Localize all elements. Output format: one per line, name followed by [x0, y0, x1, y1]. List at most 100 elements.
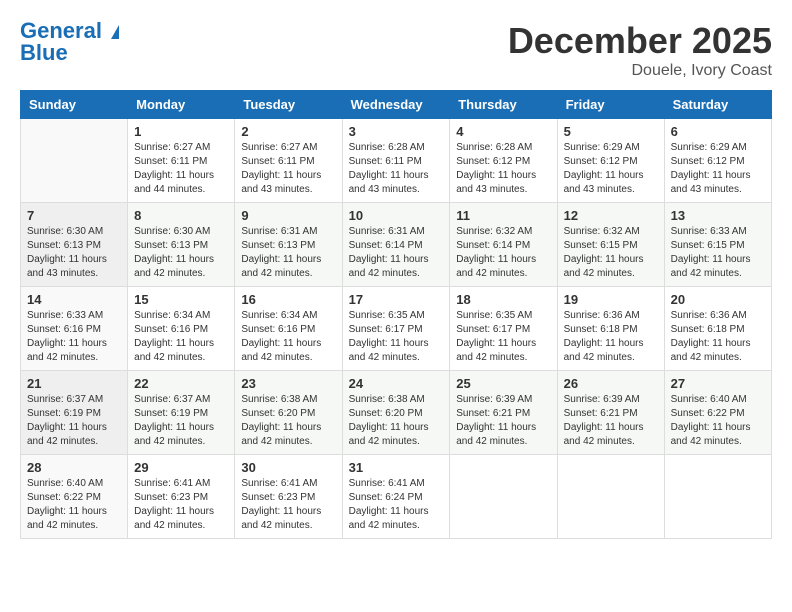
page-header: General Blue December 2025 Douele, Ivory…: [20, 20, 772, 80]
day-number: 21: [27, 376, 121, 391]
day-info: Sunrise: 6:30 AM Sunset: 6:13 PM Dayligh…: [134, 225, 228, 281]
day-info: Sunrise: 6:32 AM Sunset: 6:15 PM Dayligh…: [564, 225, 658, 281]
day-info: Sunrise: 6:41 AM Sunset: 6:23 PM Dayligh…: [134, 477, 228, 533]
calendar-cell: 7 Sunrise: 6:30 AM Sunset: 6:13 PM Daylig…: [21, 203, 128, 287]
day-number: 20: [671, 292, 765, 307]
title-area: December 2025 Douele, Ivory Coast: [508, 20, 772, 80]
day-number: 25: [456, 376, 550, 391]
calendar-cell: 20Sunrise: 6:36 AM Sunset: 6:18 PM Dayli…: [664, 287, 771, 371]
calendar-cell: 24 Sunrise: 6:38 AM Sunset: 6:20 PM Dayli…: [342, 371, 450, 455]
weekday-header-sunday: Sunday: [21, 91, 128, 119]
day-number: 2: [241, 124, 335, 139]
day-number: 3: [349, 124, 444, 139]
day-info: Sunrise: 6:27 AM Sunset: 6:11 PM Dayligh…: [134, 141, 228, 197]
weekday-header-row: SundayMondayTuesdayWednesdayThursdayFrid…: [21, 91, 772, 119]
day-info: Sunrise: 6:33 AM Sunset: 6:16 PM Dayligh…: [27, 309, 121, 365]
calendar-week-row-4: 21 Sunrise: 6:37 AM Sunset: 6:19 PM Dayli…: [21, 371, 772, 455]
day-number: 10: [349, 208, 444, 223]
calendar-cell: [664, 455, 771, 539]
calendar-week-row-5: 28Sunrise: 6:40 AM Sunset: 6:22 PM Dayli…: [21, 455, 772, 539]
calendar-cell: 27 Sunrise: 6:40 AM Sunset: 6:22 PM Dayli…: [664, 371, 771, 455]
logo: General Blue: [20, 20, 119, 64]
day-info: Sunrise: 6:41 AM Sunset: 6:24 PM Dayligh…: [349, 477, 444, 533]
day-number: 6: [671, 124, 765, 139]
calendar-cell: 21 Sunrise: 6:37 AM Sunset: 6:19 PM Dayli…: [21, 371, 128, 455]
day-number: 16: [241, 292, 335, 307]
day-number: 23: [241, 376, 335, 391]
calendar-cell: [21, 119, 128, 203]
day-number: 30: [241, 460, 335, 475]
weekday-header-tuesday: Tuesday: [235, 91, 342, 119]
calendar-cell: 5Sunrise: 6:29 AM Sunset: 6:12 PM Daylig…: [557, 119, 664, 203]
calendar-cell: 29 Sunrise: 6:41 AM Sunset: 6:23 PM Dayli…: [128, 455, 235, 539]
day-info: Sunrise: 6:39 AM Sunset: 6:21 PM Dayligh…: [456, 393, 550, 449]
day-number: 26: [564, 376, 658, 391]
calendar-cell: [557, 455, 664, 539]
calendar-cell: 10 Sunrise: 6:31 AM Sunset: 6:14 PM Dayli…: [342, 203, 450, 287]
day-info: Sunrise: 6:41 AM Sunset: 6:23 PM Dayligh…: [241, 477, 335, 533]
calendar-cell: 11 Sunrise: 6:32 AM Sunset: 6:14 PM Dayli…: [450, 203, 557, 287]
calendar-week-row-3: 14 Sunrise: 6:33 AM Sunset: 6:16 PM Dayli…: [21, 287, 772, 371]
day-number: 17: [349, 292, 444, 307]
day-number: 14: [27, 292, 121, 307]
calendar-cell: 22Sunrise: 6:37 AM Sunset: 6:19 PM Dayli…: [128, 371, 235, 455]
day-number: 31: [349, 460, 444, 475]
calendar-cell: 1 Sunrise: 6:27 AM Sunset: 6:11 PM Daylig…: [128, 119, 235, 203]
logo-general-text: General: [20, 20, 119, 42]
day-info: Sunrise: 6:29 AM Sunset: 6:12 PM Dayligh…: [671, 141, 765, 197]
calendar-cell: 9 Sunrise: 6:31 AM Sunset: 6:13 PM Daylig…: [235, 203, 342, 287]
day-number: 24: [349, 376, 444, 391]
calendar-cell: 31 Sunrise: 6:41 AM Sunset: 6:24 PM Dayli…: [342, 455, 450, 539]
day-number: 4: [456, 124, 550, 139]
calendar-cell: 6 Sunrise: 6:29 AM Sunset: 6:12 PM Daylig…: [664, 119, 771, 203]
day-number: 18: [456, 292, 550, 307]
day-info: Sunrise: 6:32 AM Sunset: 6:14 PM Dayligh…: [456, 225, 550, 281]
day-info: Sunrise: 6:27 AM Sunset: 6:11 PM Dayligh…: [241, 141, 335, 197]
calendar-cell: 30 Sunrise: 6:41 AM Sunset: 6:23 PM Dayli…: [235, 455, 342, 539]
calendar-cell: [450, 455, 557, 539]
calendar-cell: 15Sunrise: 6:34 AM Sunset: 6:16 PM Dayli…: [128, 287, 235, 371]
calendar-cell: 8Sunrise: 6:30 AM Sunset: 6:13 PM Daylig…: [128, 203, 235, 287]
day-number: 27: [671, 376, 765, 391]
weekday-header-friday: Friday: [557, 91, 664, 119]
day-number: 12: [564, 208, 658, 223]
weekday-header-saturday: Saturday: [664, 91, 771, 119]
day-number: 13: [671, 208, 765, 223]
day-info: Sunrise: 6:40 AM Sunset: 6:22 PM Dayligh…: [671, 393, 765, 449]
calendar-cell: 12 Sunrise: 6:32 AM Sunset: 6:15 PM Dayli…: [557, 203, 664, 287]
weekday-header-monday: Monday: [128, 91, 235, 119]
day-info: Sunrise: 6:39 AM Sunset: 6:21 PM Dayligh…: [564, 393, 658, 449]
day-number: 22: [134, 376, 228, 391]
day-info: Sunrise: 6:34 AM Sunset: 6:16 PM Dayligh…: [134, 309, 228, 365]
day-info: Sunrise: 6:36 AM Sunset: 6:18 PM Dayligh…: [564, 309, 658, 365]
calendar-cell: 25 Sunrise: 6:39 AM Sunset: 6:21 PM Dayli…: [450, 371, 557, 455]
calendar-cell: 17Sunrise: 6:35 AM Sunset: 6:17 PM Dayli…: [342, 287, 450, 371]
calendar-cell: 2 Sunrise: 6:27 AM Sunset: 6:11 PM Daylig…: [235, 119, 342, 203]
day-info: Sunrise: 6:29 AM Sunset: 6:12 PM Dayligh…: [564, 141, 658, 197]
calendar-cell: 18Sunrise: 6:35 AM Sunset: 6:17 PM Dayli…: [450, 287, 557, 371]
day-number: 1: [134, 124, 228, 139]
calendar-cell: 13 Sunrise: 6:33 AM Sunset: 6:15 PM Dayli…: [664, 203, 771, 287]
calendar-cell: 26 Sunrise: 6:39 AM Sunset: 6:21 PM Dayli…: [557, 371, 664, 455]
day-number: 7: [27, 208, 121, 223]
calendar-cell: 16Sunrise: 6:34 AM Sunset: 6:16 PM Dayli…: [235, 287, 342, 371]
day-info: Sunrise: 6:30 AM Sunset: 6:13 PM Dayligh…: [27, 225, 121, 281]
day-number: 9: [241, 208, 335, 223]
day-info: Sunrise: 6:40 AM Sunset: 6:22 PM Dayligh…: [27, 477, 121, 533]
day-info: Sunrise: 6:33 AM Sunset: 6:15 PM Dayligh…: [671, 225, 765, 281]
calendar-cell: 3Sunrise: 6:28 AM Sunset: 6:11 PM Daylig…: [342, 119, 450, 203]
day-number: 29: [134, 460, 228, 475]
calendar-week-row-1: 1 Sunrise: 6:27 AM Sunset: 6:11 PM Daylig…: [21, 119, 772, 203]
calendar-cell: 23 Sunrise: 6:38 AM Sunset: 6:20 PM Dayli…: [235, 371, 342, 455]
day-info: Sunrise: 6:31 AM Sunset: 6:14 PM Dayligh…: [349, 225, 444, 281]
calendar-cell: 14 Sunrise: 6:33 AM Sunset: 6:16 PM Dayli…: [21, 287, 128, 371]
weekday-header-wednesday: Wednesday: [342, 91, 450, 119]
day-info: Sunrise: 6:31 AM Sunset: 6:13 PM Dayligh…: [241, 225, 335, 281]
day-number: 11: [456, 208, 550, 223]
month-title: December 2025: [508, 20, 772, 62]
calendar-table: SundayMondayTuesdayWednesdayThursdayFrid…: [20, 90, 772, 539]
day-info: Sunrise: 6:38 AM Sunset: 6:20 PM Dayligh…: [349, 393, 444, 449]
day-info: Sunrise: 6:38 AM Sunset: 6:20 PM Dayligh…: [241, 393, 335, 449]
calendar-cell: 28Sunrise: 6:40 AM Sunset: 6:22 PM Dayli…: [21, 455, 128, 539]
day-info: Sunrise: 6:37 AM Sunset: 6:19 PM Dayligh…: [27, 393, 121, 449]
